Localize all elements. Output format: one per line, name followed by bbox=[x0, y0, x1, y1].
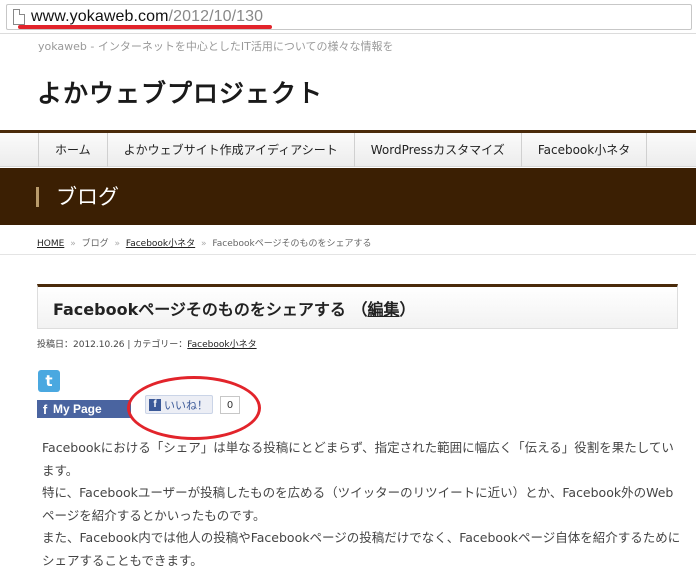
post-title: Facebookページそのものをシェアする （編集） bbox=[53, 296, 416, 320]
nav-item-wordpress[interactable]: WordPressカスタマイズ bbox=[353, 133, 521, 167]
facebook-mypage-button[interactable]: f My Page bbox=[37, 400, 131, 418]
section-banner: ブログ bbox=[0, 168, 696, 225]
nav-item-facebook-tips[interactable]: Facebook小ネタ bbox=[520, 133, 648, 167]
edit-link[interactable]: 編集 bbox=[367, 300, 399, 319]
url-host: www.yokaweb.com bbox=[31, 8, 169, 25]
breadcrumb-current: Facebookページそのものをシェアする bbox=[212, 239, 372, 249]
url-text[interactable]: www.yokaweb.com/2012/10/130 bbox=[31, 8, 263, 26]
banner-title: ブログ bbox=[56, 185, 119, 209]
browser-address-bar: www.yokaweb.com/2012/10/130 bbox=[0, 0, 696, 34]
edit-close-paren: ） bbox=[399, 300, 416, 319]
nav-item-home[interactable]: ホーム bbox=[38, 133, 107, 167]
post-meta-prefix: 投稿日：2012.10.26 | カテゴリー： bbox=[37, 340, 188, 350]
twitter-icon[interactable]: t bbox=[38, 370, 60, 392]
site-tagline: yokaweb - インターネットを中心としたIT活用についての様々な情報を bbox=[38, 40, 394, 53]
post-title-box: Facebookページそのものをシェアする （編集） bbox=[37, 284, 678, 329]
facebook-icon: f bbox=[42, 401, 48, 417]
red-annotation-underline bbox=[18, 25, 272, 29]
content-divider bbox=[0, 254, 696, 255]
breadcrumb-blog: ブログ bbox=[81, 239, 109, 249]
post-category-link[interactable]: Facebook小ネタ bbox=[187, 340, 256, 350]
mypage-label: My Page bbox=[53, 402, 102, 416]
banner-accent-bar bbox=[36, 187, 39, 207]
url-path: /2012/10/130 bbox=[168, 8, 264, 25]
nav-item-idea-sheet[interactable]: よかウェブサイト作成アイディアシート bbox=[106, 133, 354, 167]
breadcrumb-separator: » bbox=[114, 239, 120, 249]
main-navigation: ホーム よかウェブサイト作成アイディアシート WordPressカスタマイズ F… bbox=[0, 133, 696, 167]
breadcrumb: HOME » ブログ » Facebook小ネタ » Facebookページその… bbox=[37, 236, 372, 249]
breadcrumb-home-link[interactable]: HOME bbox=[37, 239, 64, 249]
edit-open-paren: （ bbox=[351, 300, 368, 319]
breadcrumb-separator: » bbox=[201, 239, 207, 249]
post-paragraph: Facebookにおける「シェア」は単なる投稿にとどまらず、指定された範囲に幅広… bbox=[42, 440, 674, 478]
post-paragraph: また、Facebook内では他人の投稿やFacebookページの投稿だけでなく、… bbox=[42, 530, 681, 568]
page-icon bbox=[13, 9, 25, 25]
post-meta: 投稿日：2012.10.26 | カテゴリー：Facebook小ネタ bbox=[37, 337, 257, 350]
post-body: Facebookにおける「シェア」は単なる投稿にとどまらず、指定された範囲に幅広… bbox=[42, 437, 682, 572]
post-title-text: Facebookページそのものをシェアする bbox=[53, 300, 346, 319]
red-annotation-circle bbox=[127, 376, 261, 440]
breadcrumb-category-link[interactable]: Facebook小ネタ bbox=[126, 239, 195, 249]
breadcrumb-separator: » bbox=[70, 239, 76, 249]
site-title[interactable]: よかウェブプロジェクト bbox=[37, 74, 323, 110]
post-paragraph: 特に、Facebookユーザーが投稿したものを広める（ツイッターのリツイートに近… bbox=[42, 485, 674, 523]
